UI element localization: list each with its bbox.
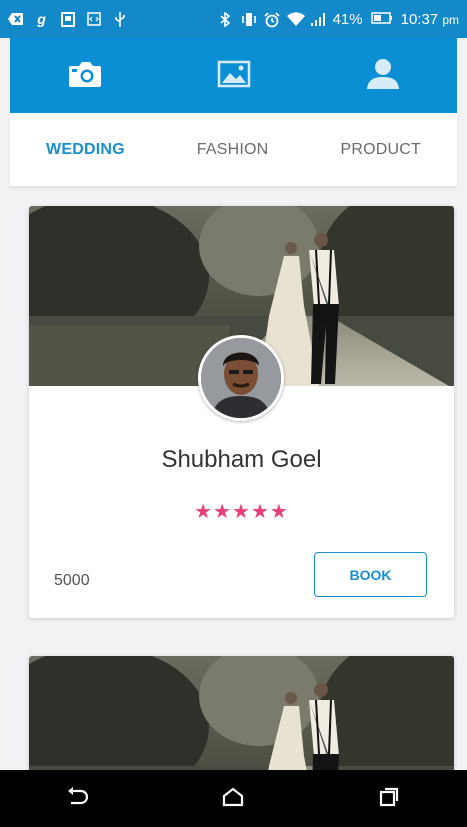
avatar[interactable] [198,335,284,421]
signal-icon [310,12,325,27]
nav-gallery-button[interactable] [194,46,274,106]
back-button[interactable] [48,774,108,824]
status-bar-right: 41% 10:37 pm [218,11,459,28]
battery-percent: 41% [332,10,363,28]
nav-camera-button[interactable] [45,46,125,106]
code-icon [86,11,101,27]
category-tabs: WEDDING FASHION PRODUCT [10,113,457,186]
back-icon [67,786,89,811]
status-bar-left: g [8,10,127,27]
price: 5000 [54,572,90,589]
person-icon [366,58,400,94]
camera-icon [68,60,102,92]
usb-icon [112,11,127,27]
bluetooth-icon [218,10,233,28]
home-icon [222,787,244,811]
top-nav [10,38,457,113]
rating-stars: ★★★★★ [194,499,289,523]
photographer-name: Shubham Goel [161,446,322,473]
nav-profile-button[interactable] [343,46,423,106]
system-nav-bar [0,770,467,827]
tab-fashion[interactable]: FASHION [197,141,269,159]
book-button[interactable]: BOOK [314,552,427,597]
home-button[interactable] [203,774,263,824]
wifi-icon [286,11,305,27]
tab-product[interactable]: PRODUCT [340,141,421,159]
sim-icon [60,11,75,27]
alarm-icon [264,11,280,27]
battery-icon [370,11,393,27]
image-icon [217,60,251,92]
recents-icon [378,787,400,811]
photographer-card[interactable]: Shubham Goel ★★★★★ 5000 BOOK [29,206,454,618]
tab-wedding[interactable]: WEDDING [46,141,125,159]
vibrate-icon [241,12,256,27]
status-bar: g 41% 10:37 pm [0,0,467,38]
recents-button[interactable] [359,774,419,824]
g-icon: g [37,10,46,27]
notification-icon [8,12,23,27]
status-time: 10:37 pm [400,10,459,28]
